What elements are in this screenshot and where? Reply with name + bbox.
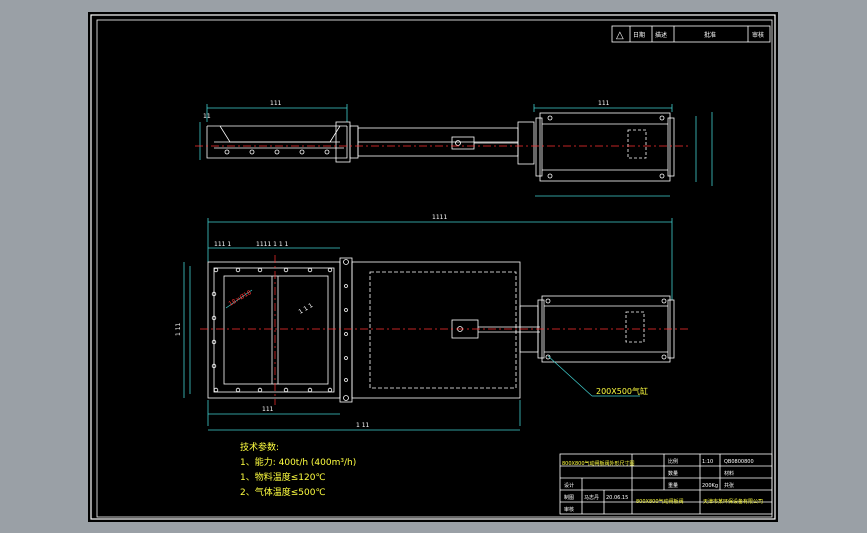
top-dim-left-text: 111 <box>270 100 282 107</box>
front-dim-bolt-group: 1111 1 1 1 <box>256 241 289 248</box>
title-weight-value: 200Kg <box>702 483 718 489</box>
tech-note-3: 2、气体温度≤500℃ <box>240 486 326 498</box>
drawing-sheet <box>88 12 778 522</box>
title-weight-label: 重量 <box>668 482 678 489</box>
title-drawing-no: QB0800800 <box>724 459 754 465</box>
front-dim-bolt-spacing: 111 1 <box>214 241 231 248</box>
title-drawn-date: 20.06.15 <box>606 495 628 501</box>
title-drawn-name: 马志丹 <box>584 494 599 501</box>
front-dim-inner: 111 <box>262 406 274 413</box>
top-dim-height-text: 11 <box>203 113 211 120</box>
title-sheet-label: 共张 <box>724 482 734 489</box>
title-product-name: 800X800气动闸板阀 <box>636 498 684 505</box>
revision-col-desc: 描述 <box>655 31 667 39</box>
revision-symbol: △ <box>616 30 624 41</box>
title-qty-label: 数量 <box>668 470 678 477</box>
front-dim-height: 1 11 <box>175 322 182 336</box>
tech-note-1: 1、能力: 400t/h (400m³/h) <box>240 456 356 468</box>
title-mat-label: 材料 <box>724 470 734 477</box>
title-drawing-name: 800X800气动闸板阀外形尺寸图 <box>562 460 635 467</box>
cad-drawing-canvas: △ 日期 描述 批准 审核 111 111 11 1111 1 11 111 1… <box>88 12 778 522</box>
title-scale-label: 比例 <box>668 458 678 465</box>
title-drawn-label: 制图 <box>564 494 574 501</box>
cylinder-label: 200X500气缸 <box>596 386 648 396</box>
title-design-label: 设计 <box>564 482 574 489</box>
tech-notes-title: 技术参数: <box>240 441 279 453</box>
front-dim-bottom: 1 11 <box>356 422 370 429</box>
front-dim-overall: 1111 <box>432 214 447 221</box>
title-scale-value: 1:10 <box>702 459 713 465</box>
revision-col-date: 日期 <box>633 31 645 39</box>
tech-note-2: 1、物料温度≤120℃ <box>240 471 326 483</box>
top-dim-right-text: 111 <box>598 100 610 107</box>
revision-col-approve: 批准 <box>704 31 716 39</box>
title-checked-label: 审核 <box>564 506 574 513</box>
revision-col-review: 审核 <box>752 31 764 39</box>
title-company: 天津市某环保设备有限公司 <box>703 498 763 505</box>
